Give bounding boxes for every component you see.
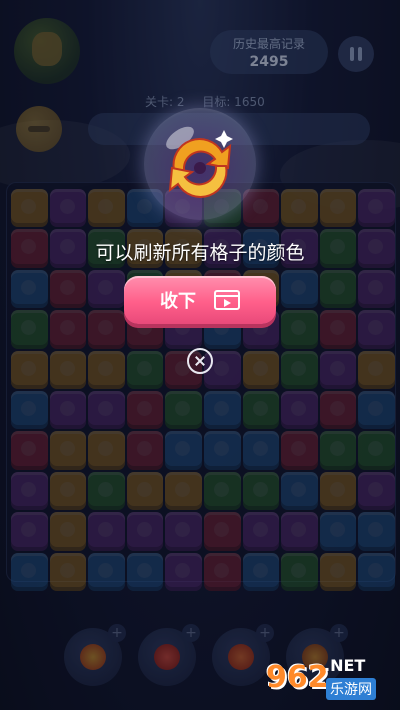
watermark-site: 乐游网 (326, 678, 376, 700)
collect-label: 收下 (160, 291, 196, 312)
watermark-suffix: .NET (324, 656, 366, 675)
popup-description: 可以刷新所有格子的颜色 (95, 242, 305, 264)
close-icon[interactable] (187, 348, 213, 374)
site-watermark: 962 .NET 乐游网 (260, 654, 394, 708)
video-ad-icon (214, 290, 240, 310)
refresh-icon (144, 108, 256, 220)
watermark-number: 962 (266, 660, 329, 695)
collect-button[interactable]: 收下 (124, 276, 276, 324)
